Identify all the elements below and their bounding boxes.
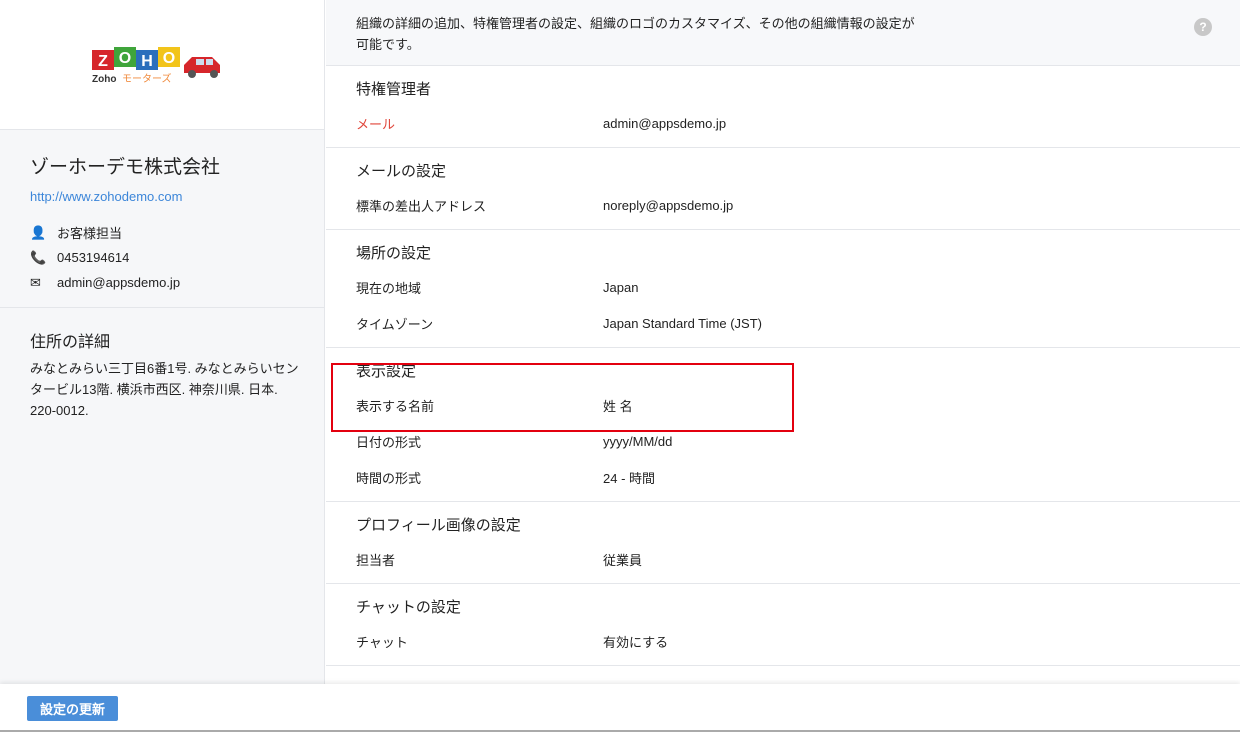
section-title: プロフィール画像の設定 <box>356 517 521 534</box>
highlight-box <box>331 363 794 432</box>
settings-main: 組織の詳細の追加、特権管理者の設定、組織のロゴのカスタマイズ、その他の組織情報の… <box>326 0 1240 684</box>
header-description: 組織の詳細の追加、特権管理者の設定、組織のロゴのカスタマイズ、その他の組織情報の… <box>356 16 915 52</box>
settings-section: プロフィール画像の設定 担当者 従業員 <box>326 502 1240 584</box>
phone-icon: 📞 <box>30 249 47 265</box>
settings-row: 時間の形式 24 - 時間 <box>356 459 1210 495</box>
row-label: チャット <box>356 634 408 650</box>
org-logo: ZOHO Zoho モーターズ <box>0 0 324 130</box>
settings-row: メール admin@appsdemo.jp <box>356 105 1210 141</box>
settings-row: 現在の地域 Japan <box>356 269 1210 305</box>
zoho-motors-logo: ZOHO Zoho モーターズ <box>92 46 220 85</box>
svg-text:Zoho: Zoho <box>92 74 116 85</box>
help-icon[interactable]: ? <box>1194 18 1212 36</box>
svg-text:O: O <box>119 50 131 67</box>
row-value: 有効にする <box>603 634 669 650</box>
mail-icon: ✉ <box>30 274 41 290</box>
section-title: 特権管理者 <box>356 81 432 98</box>
org-contact: お客様担当 <box>57 226 123 241</box>
svg-text:O: O <box>163 50 175 67</box>
settings-section: チャットの設定 チャット 有効にする <box>326 584 1240 666</box>
row-label: 現在の地域 <box>356 280 422 296</box>
org-website-link[interactable]: http://www.zohodemo.com <box>30 189 294 204</box>
section-title: チャットの設定 <box>356 599 461 616</box>
row-value: yyyy/MM/dd <box>603 433 673 449</box>
row-value: admin@appsdemo.jp <box>603 115 727 131</box>
row-label: 担当者 <box>356 552 396 568</box>
update-settings-button[interactable]: 設定の更新 <box>27 696 119 721</box>
settings-section: 特権管理者メール admin@appsdemo.jp <box>326 66 1240 148</box>
org-name: ゾーホーデモ株式会社 <box>30 157 221 178</box>
row-value: Japan <box>603 279 639 295</box>
org-email: admin@appsdemo.jp <box>57 275 181 290</box>
settings-section: メールの設定標準の差出人アドレス noreply@appsdemo.jp <box>326 148 1240 230</box>
svg-text:H: H <box>141 53 153 70</box>
row-label: タイムゾーン <box>356 316 434 332</box>
row-value: 従業員 <box>603 552 643 568</box>
person-icon: 👤 <box>30 224 47 240</box>
settings-row: 標準の差出人アドレス noreply@appsdemo.jp <box>356 187 1210 223</box>
row-label: 標準の差出人アドレス <box>356 198 487 214</box>
row-label: 日付の形式 <box>356 434 422 450</box>
settings-section: 場所の設定現在の地域 Japan タイムゾーン Japan Standard Time… <box>326 230 1240 348</box>
section-title: メールの設定 <box>356 163 447 180</box>
address-text: みなとみらい三丁目6番1号. みなとみらいセンタービル13階. 横浜市西区. 神… <box>30 361 299 418</box>
row-value: 24 - 時間 <box>603 470 656 486</box>
footer: 設定の更新 <box>0 684 1240 732</box>
section-title: 場所の設定 <box>356 245 432 262</box>
svg-text:Z: Z <box>98 53 108 70</box>
org-phone: 0453194614 <box>57 250 130 265</box>
address-title: 住所の詳細 <box>30 334 111 351</box>
org-sidebar: ZOHO Zoho モーターズ ゾーホーデモ株式会社 http://www.zoh… <box>0 0 325 684</box>
svg-text:モーターズ: モーターズ <box>122 72 172 85</box>
settings-row: 担当者 従業員 <box>356 541 1210 577</box>
row-value: noreply@appsdemo.jp <box>603 197 734 213</box>
row-value: Japan Standard Time (JST) <box>603 315 762 331</box>
settings-row: チャット 有効にする <box>356 623 1210 659</box>
row-label: メール <box>356 116 396 132</box>
row-label: 時間の形式 <box>356 470 422 486</box>
settings-row: タイムゾーン Japan Standard Time (JST) <box>356 305 1210 341</box>
